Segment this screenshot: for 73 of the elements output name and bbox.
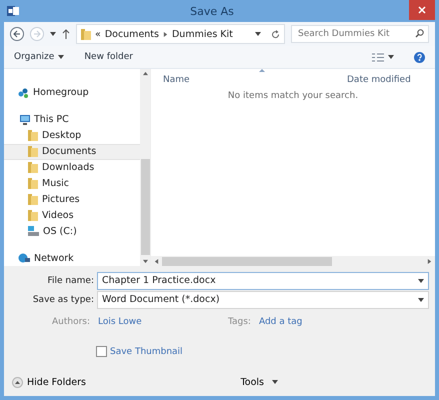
address-bar[interactable]: « Documents Dummies Kit — [76, 24, 285, 44]
column-header[interactable]: Name — [163, 75, 347, 85]
homegroup-icon — [18, 88, 29, 98]
folder-icon — [28, 194, 38, 205]
search-field[interactable]: Search Dummies Kit — [291, 25, 429, 43]
scrollbar[interactable] — [151, 256, 435, 266]
caret-icon — [418, 278, 424, 282]
caret-icon — [255, 32, 261, 36]
folder-icon — [28, 178, 38, 189]
caret-icon — [58, 55, 64, 59]
view-options-button[interactable] — [372, 52, 394, 62]
up-button[interactable] — [62, 29, 70, 39]
down-arrow-icon — [142, 259, 148, 264]
checkbox-label[interactable]: Save Thumbnail — [110, 346, 183, 356]
drive-icon — [28, 226, 39, 236]
computer-icon — [18, 114, 30, 125]
sidebar-item[interactable]: Music — [4, 175, 140, 192]
caret-icon — [388, 55, 394, 59]
overflow-button[interactable]: « — [95, 28, 101, 40]
sidebar-item[interactable]: OS (C:) — [4, 223, 140, 239]
caret-icon — [50, 32, 56, 36]
add-tag-link[interactable]: Add a tag — [258, 317, 302, 327]
field-label: Tags: — [228, 317, 251, 327]
field-label: Authors: — [50, 317, 90, 327]
folder-icon — [28, 146, 38, 158]
breadcrumb[interactable]: Dummies Kit — [172, 28, 233, 40]
help-icon[interactable] — [414, 52, 425, 62]
checkbox[interactable] — [96, 346, 107, 357]
sidebar-item[interactable]: Pictures — [4, 191, 140, 208]
window-title: Save As — [189, 4, 235, 18]
sidebar-item[interactable]: Desktop — [4, 128, 140, 144]
back-arrow-icon — [13, 30, 21, 38]
author-link[interactable]: Lois Lowe — [98, 317, 228, 327]
folder-icon — [28, 210, 38, 221]
sidebar-item[interactable]: This PC — [4, 112, 140, 128]
column-header[interactable]: Date modified — [347, 75, 411, 85]
folder-icon — [28, 162, 38, 174]
organize-button[interactable]: Organize — [14, 52, 64, 62]
sidebar-item[interactable]: Documents — [4, 144, 140, 160]
back-button[interactable] — [10, 27, 24, 41]
sidebar-item[interactable]: Homegroup — [4, 85, 140, 101]
forward-arrow-icon — [33, 30, 41, 38]
list-view-icon — [372, 52, 384, 62]
folder-icon — [81, 28, 91, 40]
collapse-icon — [12, 376, 23, 388]
chevron-icon — [162, 32, 168, 36]
scrollbar[interactable] — [140, 69, 150, 266]
left-arrow-icon — [154, 258, 159, 264]
up-arrow-icon — [142, 71, 148, 76]
sidebar-item[interactable]: Videos — [4, 207, 140, 224]
breadcrumb[interactable]: Documents — [104, 28, 159, 40]
caret-icon — [418, 298, 424, 302]
hide-folders-button[interactable]: Hide Folders — [12, 376, 86, 388]
folder-icon — [28, 130, 38, 142]
right-arrow-icon — [427, 258, 432, 264]
caret-icon — [272, 380, 278, 384]
empty-message: No items match your search. — [228, 91, 358, 101]
field-label: File name: — [46, 276, 95, 286]
network-icon — [18, 253, 30, 264]
close-button[interactable] — [409, 0, 435, 20]
word-icon — [7, 5, 19, 17]
recent-dropdown[interactable] — [50, 32, 56, 36]
up-arrow-icon — [62, 29, 70, 39]
file-name-field[interactable]: Chapter 1 Practice.docx — [97, 272, 429, 290]
file-type-dropdown[interactable]: Word Document (*.docx) — [97, 290, 429, 308]
sidebar-item[interactable]: Network — [4, 250, 140, 266]
sidebar-item[interactable]: Downloads — [4, 160, 140, 176]
tools-button[interactable]: Tools — [234, 376, 284, 388]
field-label: Save as type: — [32, 294, 95, 304]
refresh-icon[interactable] — [271, 30, 280, 38]
search-icon — [415, 29, 424, 38]
close-icon — [418, 6, 426, 14]
new-folder-button[interactable]: New folder — [84, 52, 133, 62]
